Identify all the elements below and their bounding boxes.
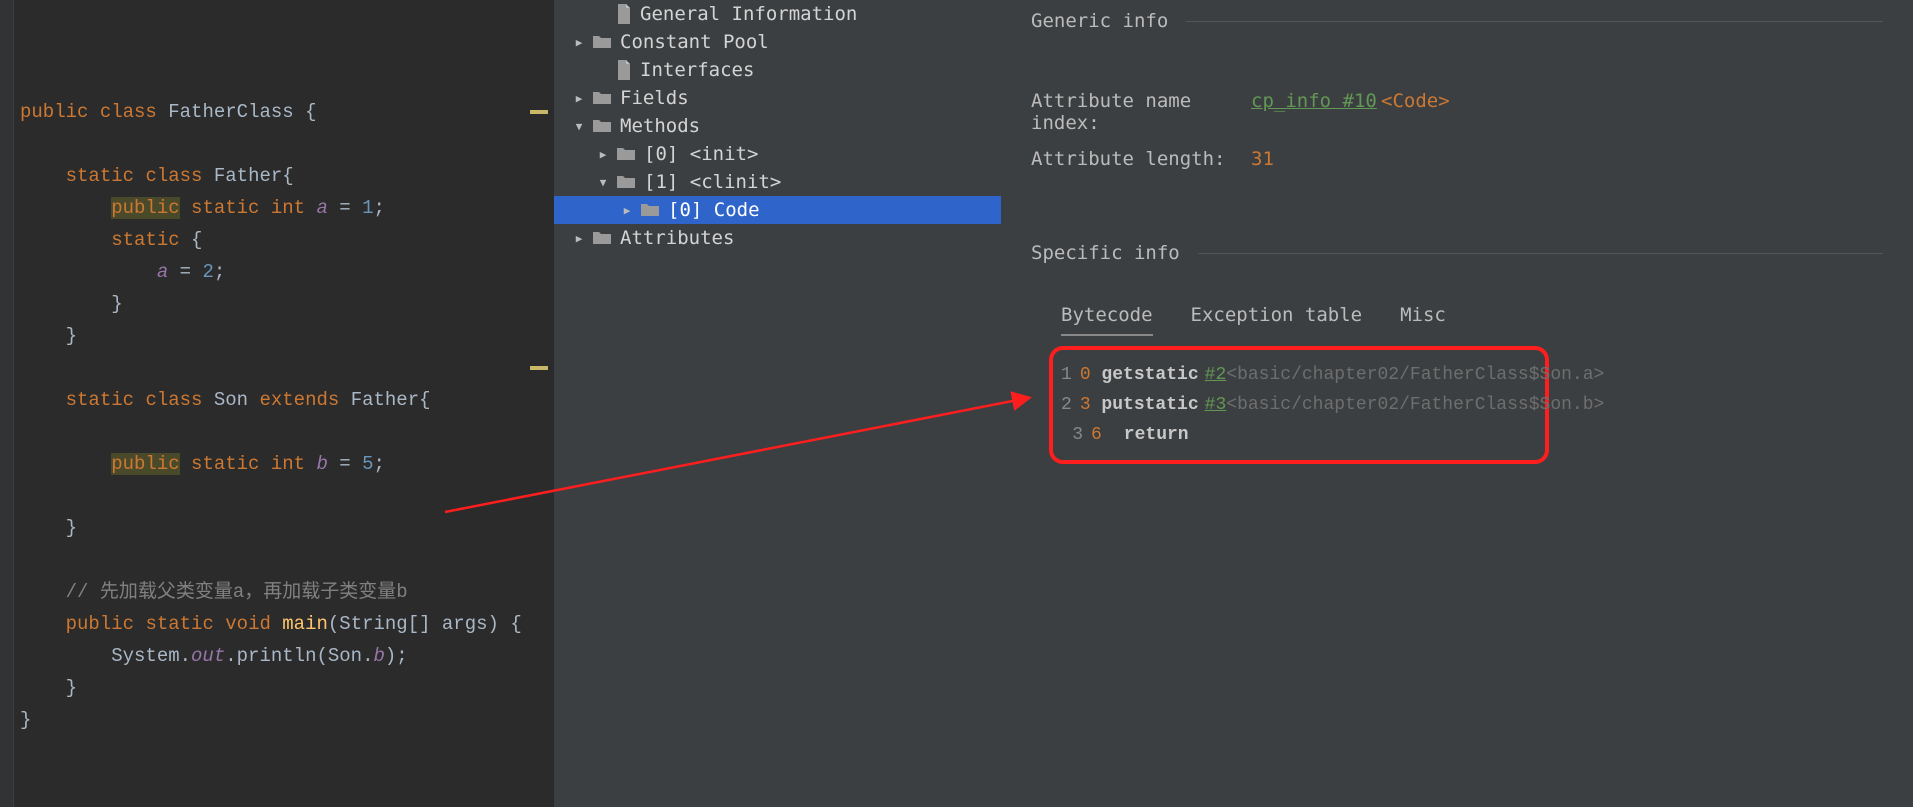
tree-item-label: Interfaces bbox=[640, 59, 754, 81]
details-panel: Generic info Attribute name index: cp_in… bbox=[1001, 0, 1913, 807]
attr-name-index-value: <Code> bbox=[1381, 90, 1450, 134]
tree-item-label: Attributes bbox=[620, 227, 734, 249]
code-line: static { bbox=[20, 224, 554, 256]
tree-item-label: [1] <clinit> bbox=[644, 171, 781, 193]
chevron-right-icon[interactable]: ▶ bbox=[572, 232, 586, 245]
detail-tabs: Bytecode Exception table Misc bbox=[1031, 300, 1883, 336]
code-line: public class FatherClass { bbox=[20, 96, 554, 128]
bytecode-opcode: getstatic bbox=[1091, 360, 1199, 390]
class-structure-tree[interactable]: General Information ▶ Constant Pool Interfa… bbox=[554, 0, 1001, 807]
tree-item-label: General Information bbox=[640, 3, 857, 25]
bytecode-row: 36 return bbox=[1061, 420, 1537, 450]
code-line: static class Son extends Father{ bbox=[20, 384, 554, 416]
tree-item-label: Methods bbox=[620, 115, 700, 137]
tree-item-label: [0] <init> bbox=[644, 143, 758, 165]
bytecode-cp-ref[interactable]: #3 bbox=[1205, 390, 1227, 420]
code-line: static class Father{ bbox=[20, 160, 554, 192]
code-line: public static void main(String[] args) { bbox=[20, 608, 554, 640]
code-line: } bbox=[20, 288, 554, 320]
chevron-right-icon[interactable]: ▶ bbox=[572, 36, 586, 49]
section-specific-label: Specific info bbox=[1031, 242, 1180, 264]
row-attribute-name-index: Attribute name index: cp_info #10 <Code> bbox=[1031, 90, 1883, 134]
attr-name-index-link[interactable]: cp_info #10 bbox=[1251, 90, 1381, 134]
bytecode-cp-ref[interactable]: #2 bbox=[1205, 360, 1227, 390]
bytecode-row: 23 putstatic#3 <basic/chapter02/FatherCl… bbox=[1061, 390, 1537, 420]
tree-item[interactable]: ▶ [0] <init> bbox=[554, 140, 1001, 168]
divider bbox=[1198, 253, 1883, 254]
bytecode-offset: 3 bbox=[1080, 390, 1091, 420]
divider bbox=[1186, 21, 1883, 22]
bytecode-opcode: return bbox=[1113, 420, 1189, 450]
bytecode-offset: 0 bbox=[1080, 360, 1091, 390]
tab-misc[interactable]: Misc bbox=[1400, 300, 1446, 336]
tree-item[interactable]: ▶ Fields bbox=[554, 84, 1001, 112]
code-line bbox=[20, 544, 554, 576]
attr-length-value: 31 bbox=[1251, 148, 1274, 170]
code-body: public class FatherClass { static class … bbox=[20, 96, 554, 736]
folder-icon bbox=[592, 230, 612, 246]
tree-item-label: Fields bbox=[620, 87, 689, 109]
bytecode-comment: <basic/chapter02/FatherClass$Son.a> bbox=[1226, 360, 1604, 390]
chevron-down-icon[interactable]: ▼ bbox=[596, 176, 610, 189]
tab-exception-table[interactable]: Exception table bbox=[1191, 300, 1363, 336]
code-line: } bbox=[20, 512, 554, 544]
code-line bbox=[20, 416, 554, 448]
file-icon bbox=[616, 60, 632, 80]
folder-icon bbox=[592, 34, 612, 50]
bytecode-index: 2 bbox=[1061, 390, 1072, 420]
attr-name-index-label: Attribute name index: bbox=[1031, 90, 1251, 134]
code-line: // 先加载父类变量a，再加载子类变量b bbox=[20, 576, 554, 608]
code-line: System.out.println(Son.b); bbox=[20, 640, 554, 672]
tab-bytecode[interactable]: Bytecode bbox=[1061, 300, 1153, 336]
tree-item[interactable]: General Information bbox=[554, 0, 1001, 28]
attr-length-label: Attribute length: bbox=[1031, 148, 1251, 170]
folder-icon bbox=[616, 146, 636, 162]
row-attribute-length: Attribute length: 31 bbox=[1031, 148, 1883, 170]
code-line bbox=[20, 480, 554, 512]
editor-gutter bbox=[0, 0, 14, 807]
section-specific-info: Specific info bbox=[1031, 232, 1883, 270]
tree-item[interactable]: ▶ Constant Pool bbox=[554, 28, 1001, 56]
folder-icon bbox=[592, 118, 612, 134]
code-line: public static int a = 1; bbox=[20, 192, 554, 224]
bytecode-index: 3 bbox=[1061, 420, 1083, 450]
code-line: } bbox=[20, 704, 554, 736]
change-marker bbox=[530, 366, 548, 370]
bytecode-comment: <basic/chapter02/FatherClass$Son.b> bbox=[1226, 390, 1604, 420]
chevron-right-icon[interactable]: ▶ bbox=[620, 204, 634, 217]
code-line bbox=[20, 352, 554, 384]
code-line: } bbox=[20, 672, 554, 704]
section-generic-label: Generic info bbox=[1031, 10, 1168, 32]
code-line: } bbox=[20, 320, 554, 352]
code-line: a = 2; bbox=[20, 256, 554, 288]
bytecode-offset: 6 bbox=[1091, 420, 1113, 450]
chevron-down-icon[interactable]: ▼ bbox=[572, 120, 586, 133]
code-editor[interactable]: public class FatherClass { static class … bbox=[0, 0, 554, 807]
tree-item[interactable]: ▼ Methods bbox=[554, 112, 1001, 140]
bytecode-opcode: putstatic bbox=[1091, 390, 1199, 420]
bytecode-listing: 10 getstatic#2 <basic/chapter02/FatherCl… bbox=[1049, 346, 1549, 464]
section-generic-info: Generic info bbox=[1031, 0, 1883, 38]
tree-item[interactable]: ▼ [1] <clinit> bbox=[554, 168, 1001, 196]
folder-icon bbox=[640, 202, 660, 218]
tree-item[interactable]: ▶ [0] Code bbox=[554, 196, 1001, 224]
change-marker bbox=[530, 110, 548, 114]
file-icon bbox=[616, 4, 632, 24]
tree-item[interactable]: ▶ Attributes bbox=[554, 224, 1001, 252]
code-line: public static int b = 5; bbox=[20, 448, 554, 480]
tree-item-label: Constant Pool bbox=[620, 31, 769, 53]
folder-icon bbox=[616, 174, 636, 190]
bytecode-row: 10 getstatic#2 <basic/chapter02/FatherCl… bbox=[1061, 360, 1537, 390]
folder-icon bbox=[592, 90, 612, 106]
chevron-right-icon[interactable]: ▶ bbox=[596, 148, 610, 161]
tree-item-label: [0] Code bbox=[668, 199, 760, 221]
bytecode-index: 1 bbox=[1061, 360, 1072, 390]
code-line bbox=[20, 128, 554, 160]
chevron-right-icon[interactable]: ▶ bbox=[572, 92, 586, 105]
tree-item[interactable]: Interfaces bbox=[554, 56, 1001, 84]
